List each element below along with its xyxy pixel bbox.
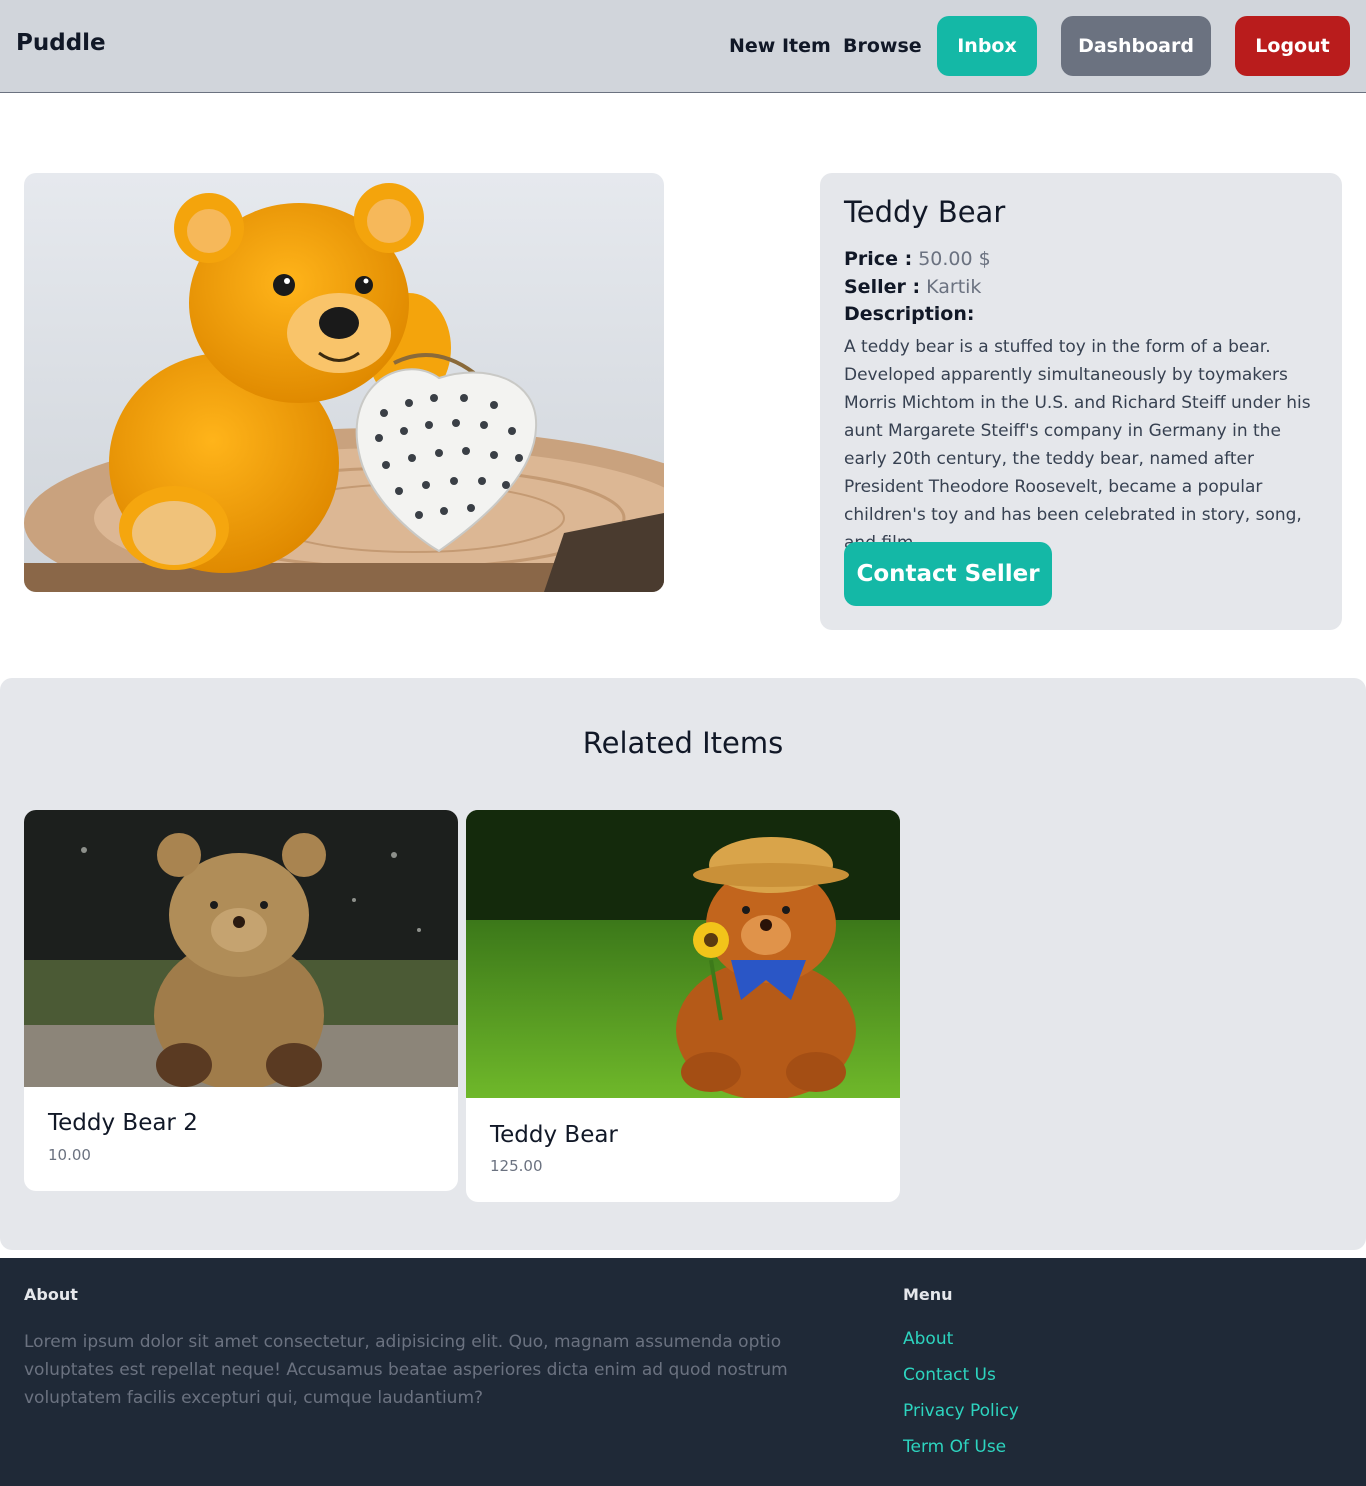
footer-about-text: Lorem ipsum dolor sit amet consectetur, … [24,1332,788,1408]
contact-seller-button[interactable]: Contact Seller [844,542,1052,606]
brand-logo[interactable]: Puddle [16,30,106,56]
related-item-name: Teddy Bear 2 [48,1110,198,1136]
footer-about-heading: About [24,1285,78,1304]
site-footer: About Lorem ipsum dolor sit amet consect… [0,1258,1366,1486]
inbox-button[interactable]: Inbox [937,16,1037,76]
description-label: Description: [844,303,975,325]
related-item-image [466,810,900,1098]
nav-new-item-link[interactable]: New Item [729,35,831,57]
related-item-image [24,810,458,1087]
item-title: Teddy Bear [844,195,1006,229]
footer-link-contact-us[interactable]: Contact Us [903,1365,996,1385]
footer-link-privacy-policy[interactable]: Privacy Policy [903,1401,1019,1421]
related-items-title: Related Items [582,726,784,760]
item-seller-row: Seller : Kartik [844,276,981,298]
related-item-price: 125.00 [490,1157,543,1175]
nav-browse-link[interactable]: Browse [843,35,922,57]
item-detail-panel: Teddy Bear Price : 50.00 $ Seller : Kart… [820,173,1342,630]
footer-link-term-of-use[interactable]: Term Of Use [903,1437,1006,1457]
seller-label: Seller : [844,276,921,298]
footer-link-about[interactable]: About [903,1329,953,1349]
related-item-card[interactable]: Teddy Bear 125.00 [466,810,900,1202]
seller-value: Kartik [926,276,982,298]
footer-menu-heading: Menu [903,1285,953,1304]
related-items-section: Related Items Teddy Bear 2 10.00 Teddy B… [0,678,1366,1250]
price-value: 50.00 $ [918,248,991,270]
price-label: Price : [844,248,913,270]
logout-button[interactable]: Logout [1235,16,1350,76]
related-item-price: 10.00 [48,1146,91,1164]
top-navbar: Puddle New Item Browse Inbox Dashboard L… [0,0,1366,93]
item-image [24,173,664,592]
related-item-name: Teddy Bear [490,1122,618,1148]
dashboard-button[interactable]: Dashboard [1061,16,1211,76]
item-description: A teddy bear is a stuffed toy in the for… [844,337,1311,553]
item-price-row: Price : 50.00 $ [844,248,991,270]
related-item-card[interactable]: Teddy Bear 2 10.00 [24,810,458,1191]
